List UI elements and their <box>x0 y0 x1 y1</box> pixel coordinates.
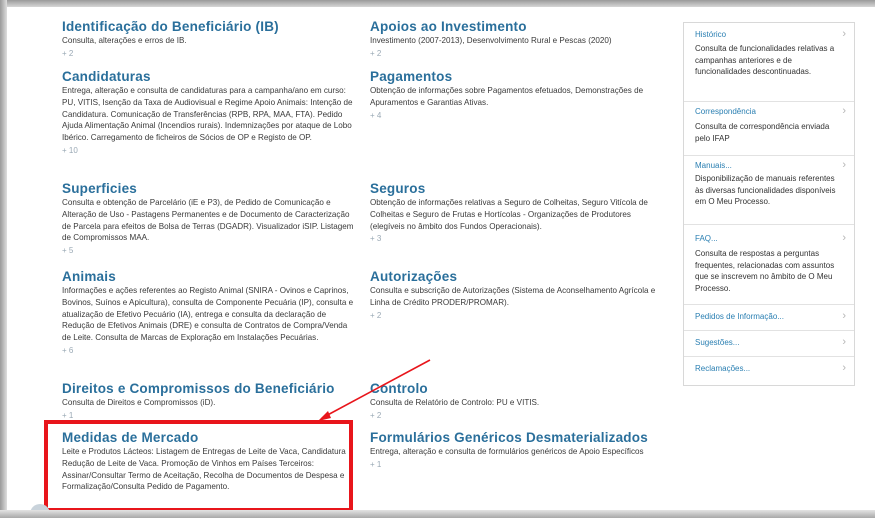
side-item-title[interactable]: Histórico <box>695 30 726 39</box>
more-count[interactable]: + 3 <box>370 233 665 245</box>
chevron-right-icon: › <box>842 232 846 244</box>
section-title[interactable]: Apoios ao Investimento <box>370 19 665 34</box>
section-title[interactable]: Pagamentos <box>370 69 665 84</box>
section-title[interactable]: Animais <box>62 269 357 284</box>
side-item-manuais[interactable]: Manuais... › Disponibilização de manuais… <box>684 155 854 225</box>
more-count[interactable]: + 2 <box>370 48 665 60</box>
section-title[interactable]: Candidaturas <box>62 69 357 84</box>
section-title[interactable]: Formulários Genéricos Desmaterializados <box>370 430 665 445</box>
section-title[interactable]: Seguros <box>370 181 665 196</box>
side-item-title[interactable]: Manuais... <box>695 161 732 170</box>
section-desc: Entrega, alteração e consulta de formulá… <box>370 447 644 456</box>
chevron-right-icon: › <box>842 362 846 374</box>
more-count[interactable]: + 2 <box>62 48 357 60</box>
side-item-title[interactable]: Pedidos de Informação... <box>695 312 784 321</box>
highlight-box <box>44 420 353 512</box>
section-desc: Obtenção de informações relativas a Segu… <box>370 198 648 231</box>
section-desc: Consulta, alterações e erros de IB. <box>62 36 187 45</box>
chevron-right-icon: › <box>842 159 846 171</box>
section-desc: Consulta de Relatório de Controlo: PU e … <box>370 398 540 407</box>
section-desc: Consulta e subscrição de Autorizações (S… <box>370 286 656 307</box>
chevron-right-icon: › <box>842 336 846 348</box>
section-autorizacoes[interactable]: Autorizações Consulta e subscrição de Au… <box>370 269 665 322</box>
chevron-right-icon: › <box>842 105 846 117</box>
section-title[interactable]: Direitos e Compromissos do Beneficiário <box>62 381 357 396</box>
section-animais[interactable]: Animais Informações e ações referentes a… <box>62 269 357 357</box>
side-item-sugestoes[interactable]: Sugestões... › <box>684 330 854 357</box>
side-item-correspondencia[interactable]: Correspondência › Consulta de correspond… <box>684 101 854 156</box>
side-item-desc: Consulta de correspondência enviada pelo… <box>695 122 830 143</box>
section-apoios[interactable]: Apoios ao Investimento Investimento (200… <box>370 19 665 60</box>
more-count[interactable]: + 2 <box>370 310 665 322</box>
section-ib[interactable]: Identificação do Beneficiário (IB) Consu… <box>62 19 357 60</box>
section-desc: Consulta de Direitos e Compromissos (iD)… <box>62 398 216 407</box>
section-desc: Consulta e obtenção de Parcelário (iE e … <box>62 198 354 243</box>
section-seguros[interactable]: Seguros Obtenção de informações relativa… <box>370 181 665 245</box>
section-direitos[interactable]: Direitos e Compromissos do Beneficiário … <box>62 381 357 422</box>
section-candidaturas[interactable]: Candidaturas Entrega, alteração e consul… <box>62 69 357 157</box>
section-title[interactable]: Superficies <box>62 181 357 196</box>
side-item-title[interactable]: Sugestões... <box>695 338 739 347</box>
section-desc: Informações e ações referentes ao Regist… <box>62 286 354 343</box>
side-item-desc: Consulta de respostas a perguntas freque… <box>695 249 835 293</box>
side-item-title[interactable]: FAQ... <box>695 234 718 243</box>
side-item-pedidos[interactable]: Pedidos de Informação... › <box>684 304 854 331</box>
chevron-right-icon: › <box>842 28 846 40</box>
side-item-desc: Disponibilização de manuais referentes à… <box>695 174 836 207</box>
side-item-historico[interactable]: Histórico › Consulta de funcionalidades … <box>684 23 854 102</box>
section-desc: Entrega, alteração e consulta de candida… <box>62 86 353 143</box>
more-count[interactable]: + 10 <box>62 145 357 157</box>
section-title[interactable]: Autorizações <box>370 269 665 284</box>
section-superficies[interactable]: Superficies Consulta e obtenção de Parce… <box>62 181 357 257</box>
side-item-title[interactable]: Reclamações... <box>695 364 750 373</box>
side-item-reclamacoes[interactable]: Reclamações... › <box>684 356 854 384</box>
section-desc: Investimento (2007-2013), Desenvolviment… <box>370 36 612 45</box>
section-pagamentos[interactable]: Pagamentos Obtenção de informações sobre… <box>370 69 665 122</box>
chevron-right-icon: › <box>842 310 846 322</box>
side-item-desc: Consulta de funcionalidades relativas a … <box>695 44 835 77</box>
more-count[interactable]: + 1 <box>370 459 665 471</box>
section-desc: Obtenção de informações sobre Pagamentos… <box>370 86 644 107</box>
more-count[interactable]: + 5 <box>62 245 357 257</box>
section-formularios[interactable]: Formulários Genéricos Desmaterializados … <box>370 430 665 471</box>
section-controlo[interactable]: Controlo Consulta de Relatório de Contro… <box>370 381 665 422</box>
side-item-title[interactable]: Correspondência <box>695 107 756 116</box>
more-count[interactable]: + 6 <box>62 345 357 357</box>
more-count[interactable]: + 4 <box>370 110 665 122</box>
section-title[interactable]: Identificação do Beneficiário (IB) <box>62 19 357 34</box>
side-item-faq[interactable]: FAQ... › Consulta de respostas a pergunt… <box>684 224 854 305</box>
side-panel: Histórico › Consulta de funcionalidades … <box>683 22 855 386</box>
more-count[interactable]: + 2 <box>370 410 665 422</box>
window-frame-top <box>0 0 875 7</box>
window-frame-left <box>0 0 7 518</box>
section-title[interactable]: Controlo <box>370 381 665 396</box>
window-frame-bottom <box>0 510 875 518</box>
